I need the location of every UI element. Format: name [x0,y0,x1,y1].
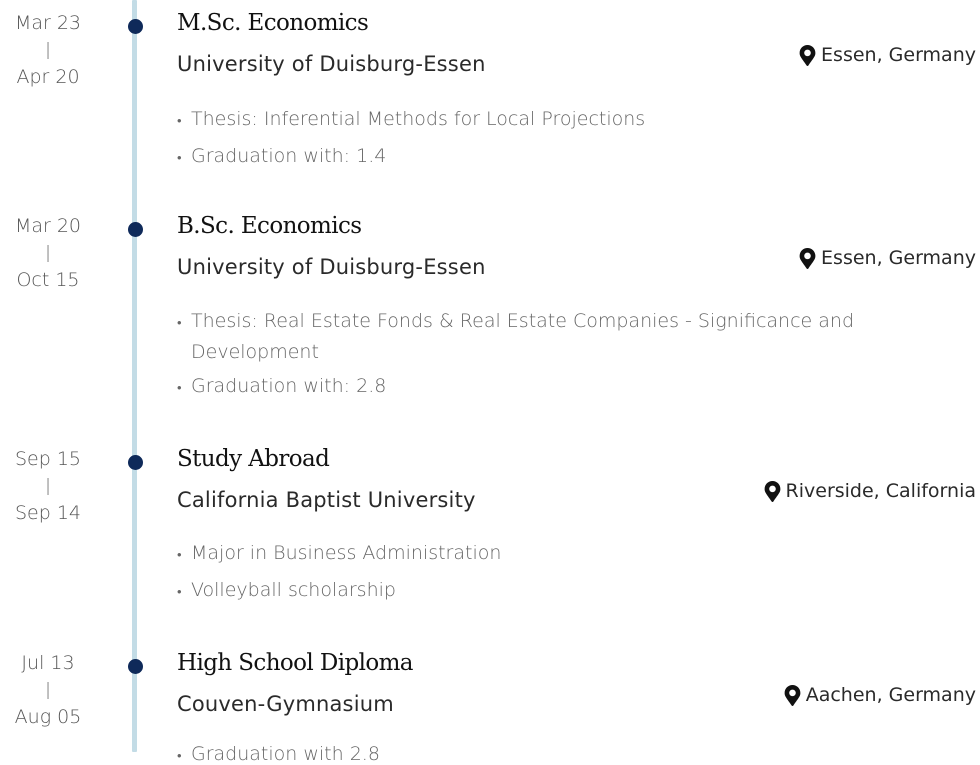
date-range: Mar 23 | Apr 20 [0,10,96,91]
location-text: Essen, Germany [821,44,976,66]
date-end: Apr 20 [16,66,80,88]
degree-title: B.Sc. Economics [177,213,362,239]
date-start: Mar 20 [14,215,82,237]
date-start: Mar 23 [14,12,82,34]
detail-item: Graduation with: 2.8 [177,372,967,403]
timeline-dot [128,222,143,237]
location: Essen, Germany [799,247,976,269]
timeline-dot [128,659,143,674]
location-text: Aachen, Germany [805,684,976,706]
date-range: Sep 15 | Sep 14 [0,446,96,527]
education-entry: Mar 20 | Oct 15 B.Sc. Economics Universi… [0,210,980,410]
date-separator: | [45,243,51,263]
location-text: Essen, Germany [821,247,976,269]
timeline-dot [128,19,143,34]
date-start: Sep 15 [14,448,82,470]
detail-item: Graduation with 2.8 [177,740,967,765]
date-separator: | [45,680,51,700]
map-pin-icon [784,684,801,706]
map-pin-icon [799,44,816,66]
date-separator: | [45,40,51,60]
institution-name: University of Duisburg-Essen [177,255,486,279]
location: Essen, Germany [799,44,976,66]
education-entry: Sep 15 | Sep 14 Study Abroad California … [0,443,980,643]
date-range: Mar 20 | Oct 15 [0,213,96,294]
detail-item: Thesis: Inferential Methods for Local Pr… [177,105,967,136]
date-end: Aug 05 [14,706,82,728]
education-entry: Mar 23 | Apr 20 M.Sc. Economics Universi… [0,7,980,207]
date-end: Sep 14 [14,502,82,524]
detail-item: Thesis: Real Estate Fonds & Real Estate … [177,307,967,366]
degree-title: Study Abroad [177,446,330,472]
date-separator: | [45,476,51,496]
date-end: Oct 15 [16,269,80,291]
date-start: Jul 13 [21,652,75,674]
detail-list: Thesis: Inferential Methods for Local Pr… [177,105,967,179]
detail-list: Graduation with 2.8 [177,740,967,765]
map-pin-icon [799,247,816,269]
location-text: Riverside, California [785,480,976,502]
education-entry: Jul 13 | Aug 05 High School Diploma Couv… [0,647,980,765]
institution-name: California Baptist University [177,488,476,512]
institution-name: University of Duisburg-Essen [177,52,486,76]
location: Riverside, California [764,480,976,502]
degree-title: High School Diploma [177,650,414,676]
map-pin-icon [764,480,780,502]
timeline-dot [128,455,143,470]
institution-name: Couven-Gymnasium [177,692,394,716]
detail-item: Graduation with: 1.4 [177,142,967,173]
detail-list: Thesis: Real Estate Fonds & Real Estate … [177,307,967,409]
date-range: Jul 13 | Aug 05 [0,650,96,731]
location: Aachen, Germany [784,684,976,706]
degree-title: M.Sc. Economics [177,10,369,36]
detail-list: Major in Business Administration Volleyb… [177,539,967,613]
detail-item: Volleyball scholarship [177,576,967,607]
detail-item: Major in Business Administration [177,539,967,570]
